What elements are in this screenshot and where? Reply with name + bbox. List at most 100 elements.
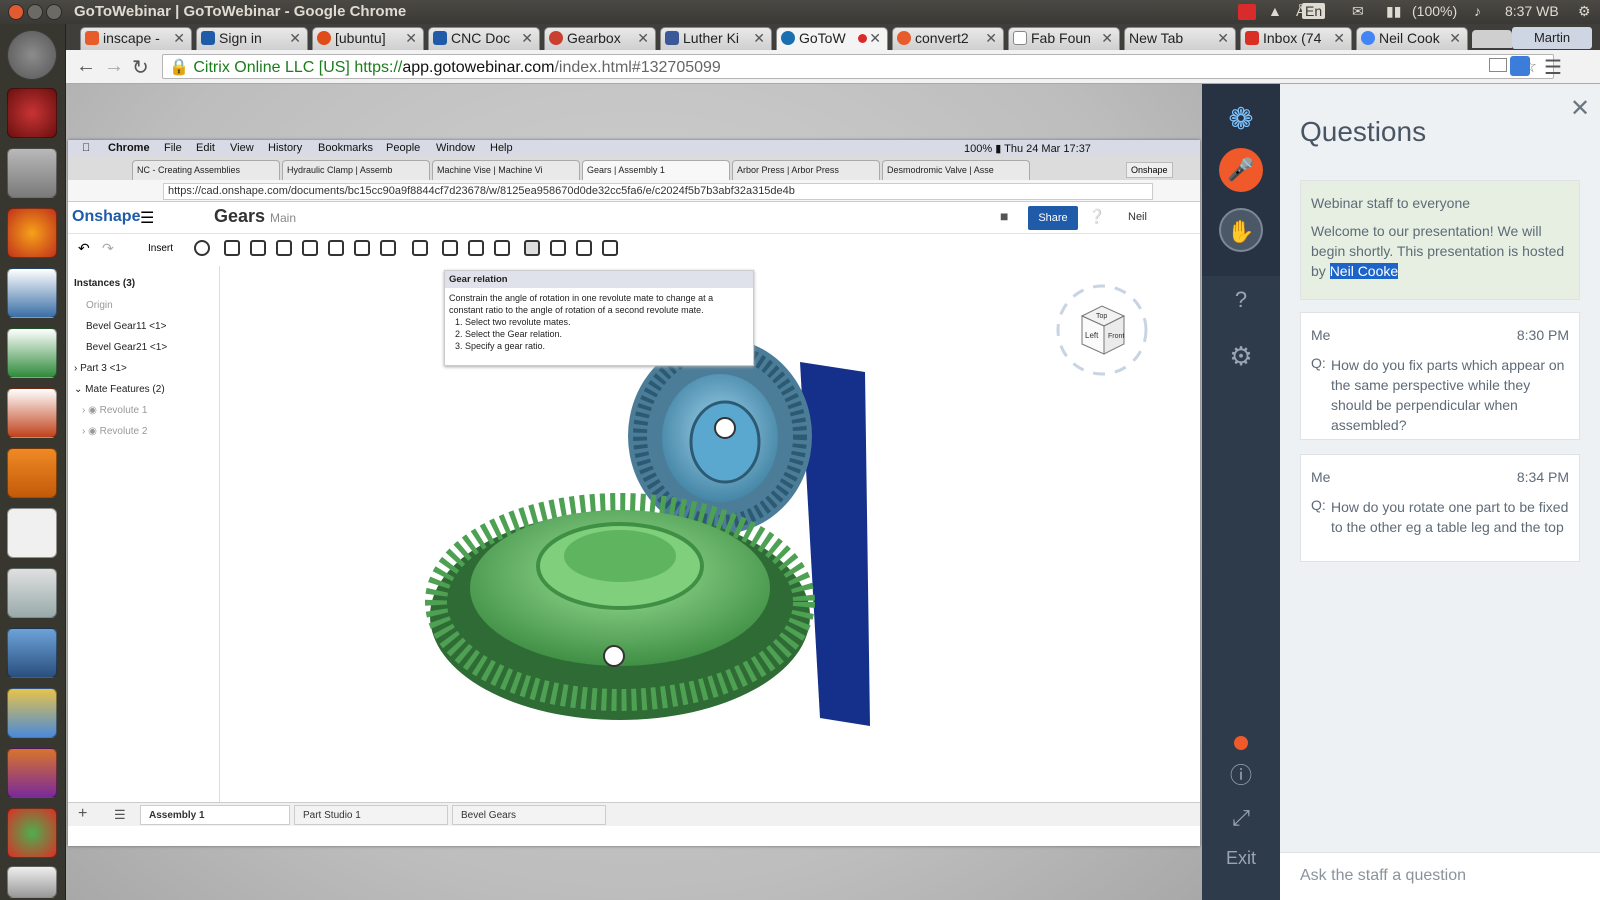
tab-bevel-gears: Bevel Gears <box>452 805 606 825</box>
tool-icon <box>576 240 592 256</box>
close-icon[interactable]: ✕ <box>1570 94 1590 123</box>
tree-item: › ◉ Revolute 1 <box>82 405 148 416</box>
browser-tab-5[interactable]: Luther Ki ✕ <box>660 27 772 50</box>
browser-tab-4[interactable]: Gearbox ✕ <box>544 27 656 50</box>
browser-tab-0[interactable]: inscape - ✕ <box>80 27 192 50</box>
browser-tab-8[interactable]: Fab Foun ✕ <box>1008 27 1120 50</box>
files-icon[interactable] <box>7 148 57 198</box>
new-tab-button[interactable] <box>1472 30 1512 48</box>
tab-close-icon[interactable]: ✕ <box>985 30 997 47</box>
browser-tab-2[interactable]: [ubuntu] ✕ <box>312 27 424 50</box>
record-indicator-icon[interactable] <box>1238 4 1256 20</box>
window-close-button[interactable] <box>8 4 24 20</box>
tab-close-icon[interactable]: ✕ <box>869 30 881 47</box>
help-icon: ❔ <box>1088 208 1106 224</box>
comment-icon: ■ <box>1000 208 1009 224</box>
reload-icon[interactable]: ↻ <box>132 55 149 80</box>
tool-icon <box>550 240 566 256</box>
tree-item-label: Revolute 1 <box>99 405 148 416</box>
settings-gear-icon[interactable]: ⚙ <box>1219 334 1263 378</box>
tab-close-icon[interactable]: ✕ <box>637 30 649 47</box>
browser-tab-6[interactable]: GoToW ✕ <box>776 27 888 50</box>
add-tab-icon: + <box>78 805 88 822</box>
ubuntu-dash-icon[interactable] <box>7 30 57 80</box>
tab-close-icon[interactable]: ✕ <box>405 30 417 47</box>
address-bar[interactable]: 🔒 Citrix Online LLC [US] https://app.got… <box>162 54 1554 79</box>
writer-icon[interactable] <box>7 268 57 318</box>
fullscreen-icon[interactable]: ⤢ <box>1219 796 1263 840</box>
browser-tab-7[interactable]: convert2 ✕ <box>892 27 1004 50</box>
redo-icon: ↷ <box>102 240 114 256</box>
mail-icon[interactable]: ✉ <box>1352 3 1364 20</box>
tab-assembly: Assembly 1 <box>140 805 290 825</box>
info-icon[interactable]: ⓘ <box>1219 754 1263 798</box>
tool-icon <box>442 240 458 256</box>
window-minimize-button[interactable] <box>27 4 43 20</box>
tab-close-icon[interactable]: ✕ <box>753 30 765 47</box>
wifi-icon[interactable]: ▲ <box>1268 3 1282 19</box>
app-icon-3[interactable] <box>7 628 57 678</box>
chrome-menu-icon[interactable]: ☰ <box>1544 55 1562 80</box>
message-text: How do you fix parts which appear on the… <box>1331 357 1565 433</box>
mac-menu-item: Bookmarks <box>318 142 374 154</box>
window-title: GoToWebinar | GoToWebinar - Google Chrom… <box>74 3 407 20</box>
browser-tab-3[interactable]: CNC Doc ✕ <box>428 27 540 50</box>
onshape-user: Neil <box>1128 211 1147 223</box>
tab-close-icon[interactable]: ✕ <box>1449 30 1461 47</box>
impress-icon[interactable] <box>7 388 57 438</box>
message-text: How do you rotate one part to be fixed t… <box>1331 499 1569 535</box>
questions-icon[interactable]: ? <box>1219 278 1263 322</box>
tree-item: Bevel Gear11 <1> <box>86 321 167 332</box>
trash-icon[interactable] <box>7 866 57 898</box>
profile-button[interactable]: Martin <box>1512 27 1592 49</box>
browser-tab-9[interactable]: New Tab ✕ <box>1124 27 1236 50</box>
clock[interactable]: 8:37 WB <box>1505 3 1559 19</box>
app-icon-5[interactable] <box>7 748 57 798</box>
app-icon-2[interactable] <box>7 568 57 618</box>
tab-close-icon[interactable]: ✕ <box>173 30 185 47</box>
shared-url: https://cad.onshape.com/documents/bc15cc… <box>163 183 1153 200</box>
browser-tab-11[interactable]: Neil Cook ✕ <box>1356 27 1468 50</box>
browser-tab-10[interactable]: Inbox (74 ✕ <box>1240 27 1352 50</box>
shared-tab: Desmodromic Valve | Asse <box>882 160 1030 180</box>
ask-question-input[interactable]: Ask the staff a question <box>1280 852 1600 900</box>
exit-button[interactable]: Exit <box>1202 848 1280 869</box>
tab-close-icon[interactable]: ✕ <box>289 30 301 47</box>
mac-menu-item: Edit <box>196 142 215 154</box>
tab-close-icon[interactable]: ✕ <box>1333 30 1345 47</box>
back-icon[interactable]: ← <box>76 55 96 78</box>
software-center-icon[interactable] <box>7 448 57 498</box>
window-maximize-button[interactable] <box>46 4 62 20</box>
microphone-muted-icon[interactable]: 🎤 <box>1219 148 1263 192</box>
tab-favicon <box>85 31 99 45</box>
raise-hand-icon[interactable]: ✋ <box>1219 208 1263 252</box>
keyboard-language[interactable]: En <box>1302 3 1326 19</box>
app-icon-1[interactable] <box>7 88 57 138</box>
system-gear-icon[interactable]: ⚙ <box>1578 3 1591 20</box>
chrome-icon[interactable] <box>7 808 57 858</box>
tooltip-title: Gear relation <box>445 271 753 288</box>
extension-icon[interactable] <box>1510 56 1530 76</box>
tab-close-icon[interactable]: ✕ <box>1217 30 1229 47</box>
app-icon-4[interactable] <box>7 688 57 738</box>
browser-tab-1[interactable]: Sign in ✕ <box>196 27 308 50</box>
tree-item-label: Mate Features (2) <box>85 384 165 395</box>
volume-icon[interactable]: ♪ <box>1474 3 1481 19</box>
battery-icon[interactable]: ▮▮ <box>1386 3 1401 20</box>
amazon-icon[interactable] <box>7 508 57 558</box>
apple-icon:  <box>82 142 90 154</box>
tab-close-icon[interactable]: ✕ <box>1101 30 1113 47</box>
certificate-label: Citrix Online LLC [US] <box>193 59 350 76</box>
forward-icon[interactable]: → <box>104 55 124 78</box>
firefox-icon[interactable] <box>7 208 57 258</box>
viewcube-right-label: Front <box>1108 333 1124 340</box>
calc-icon[interactable] <box>7 328 57 378</box>
viewcube-front-label: Left <box>1085 331 1099 340</box>
green-bevel-gear <box>425 493 815 720</box>
lock-icon: 🔒 <box>169 59 189 76</box>
shared-tab: Gears | Assembly 1 <box>582 160 730 180</box>
browser-toolbar: ← → ↻ 🔒 Citrix Online LLC [US] https://a… <box>66 50 1600 84</box>
tab-close-icon[interactable]: ✕ <box>521 30 533 47</box>
cast-icon[interactable] <box>1489 58 1507 72</box>
tab-favicon <box>201 31 215 45</box>
